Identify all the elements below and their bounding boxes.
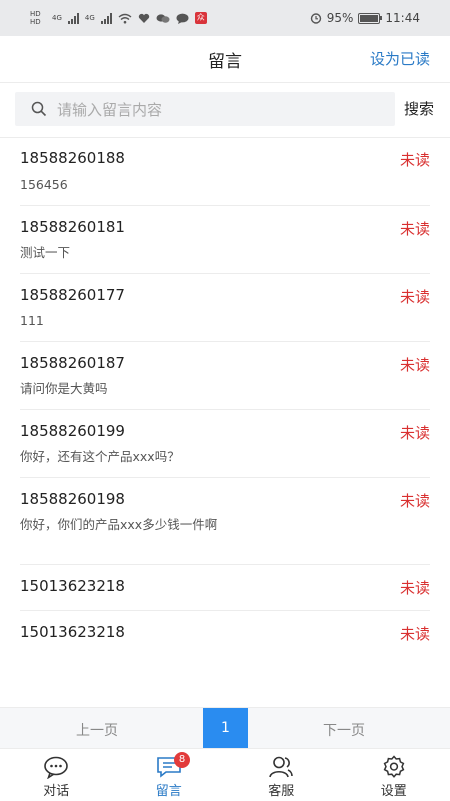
nav-item-messages[interactable]: 留言 [113, 749, 226, 801]
message-item[interactable]: 18588260188 未读 156456 [20, 138, 430, 206]
unread-count-badge: 8 [174, 752, 190, 768]
nav-label: 对话 [0, 780, 113, 799]
message-phone: 15013623218 [20, 577, 125, 595]
app-badge-icon: 众 [195, 12, 207, 24]
current-page[interactable]: 1 [203, 708, 248, 749]
message-status: 未读 [400, 354, 430, 375]
clock: 11:44 [385, 11, 420, 25]
message-phone: 18588260188 [20, 149, 125, 167]
message-status: 未读 [400, 149, 430, 170]
nav-item-customer-service[interactable]: 客服 [225, 749, 338, 801]
message-item[interactable]: 18588260187 未读 请问你是大黄吗 [20, 342, 430, 410]
search-input[interactable] [55, 92, 389, 128]
signal-icon-2 [101, 13, 112, 24]
message-status: 未读 [400, 577, 430, 598]
sim1-label: HD [30, 10, 46, 18]
message-content: 你好，还有这个产品xxx吗？ [20, 448, 280, 466]
message-item[interactable]: 15013623218 未读 [20, 565, 430, 611]
status-bar: HD HD 4G 4G 众 95% 11:44 [0, 0, 450, 36]
prev-page-button[interactable]: 上一页 [76, 720, 118, 740]
network1-label: 4G [52, 14, 62, 22]
message-status: 未读 [400, 623, 430, 644]
status-left: HD HD 4G 4G 众 [30, 10, 207, 26]
message-content: 156456 [20, 176, 230, 194]
chat-icon [43, 755, 69, 779]
search-button[interactable]: 搜索 [404, 98, 434, 119]
message-phone: 18588260181 [20, 218, 125, 236]
chat-bubbles-icon [156, 13, 170, 24]
message-item[interactable]: 18588260199 未读 你好，还有这个产品xxx吗？ [20, 410, 430, 478]
network2-label: 4G [85, 14, 95, 22]
message-phone: 15013623218 [20, 623, 125, 641]
nav-item-settings[interactable]: 设置 [338, 749, 450, 801]
message-phone: 18588260177 [20, 286, 125, 304]
search-icon [31, 101, 47, 117]
heart-icon [138, 13, 150, 24]
mark-as-read-button[interactable]: 设为已读 [370, 48, 430, 69]
message-phone: 18588260187 [20, 354, 125, 372]
pagination: 上一页 1 下一页 [0, 707, 450, 749]
wifi-icon [118, 13, 132, 24]
status-right: 95% 11:44 [310, 11, 420, 25]
battery-percent: 95% [327, 11, 354, 25]
sim2-label: HD [30, 18, 46, 26]
battery-icon [358, 13, 380, 24]
message-status: 未读 [400, 490, 430, 511]
message-status: 未读 [400, 422, 430, 443]
settings-icon [381, 755, 407, 779]
message-item[interactable]: 18588260181 未读 测试一下 [20, 206, 430, 274]
bottom-nav: 对话 留言 客服 设置 8 [0, 748, 450, 801]
search-box [15, 92, 395, 126]
nav-item-chat[interactable]: 对话 [0, 749, 113, 801]
nav-label: 设置 [338, 780, 450, 799]
message-status: 未读 [400, 286, 430, 307]
message-content: 111 [20, 312, 230, 330]
sim-indicators: HD HD [30, 10, 46, 26]
message-item[interactable]: 15013623218 未读 [20, 611, 430, 656]
nav-label: 留言 [113, 780, 226, 799]
nav-label: 客服 [225, 780, 338, 799]
customer-service-icon [268, 755, 294, 779]
message-status: 未读 [400, 218, 430, 239]
message-list: 18588260188 未读 156456 18588260181 未读 测试一… [20, 138, 430, 656]
header: 留言 设为已读 [0, 36, 450, 83]
next-page-button[interactable]: 下一页 [323, 720, 365, 740]
alarm-icon [310, 12, 322, 24]
message-phone: 18588260199 [20, 422, 125, 440]
message-content: 请问你是大黄吗 [20, 380, 230, 398]
message-item[interactable]: 18588260198 未读 你好，你们的产品xxx多少钱一件啊 [20, 478, 430, 565]
message-content: 测试一下 [20, 244, 230, 262]
signal-icon [68, 13, 79, 24]
message-content: 你好，你们的产品xxx多少钱一件啊 [20, 516, 230, 534]
message-item[interactable]: 18588260177 未读 111 [20, 274, 430, 342]
message-phone: 18588260198 [20, 490, 125, 508]
message-icon [176, 13, 189, 24]
battery-fill [360, 15, 377, 22]
